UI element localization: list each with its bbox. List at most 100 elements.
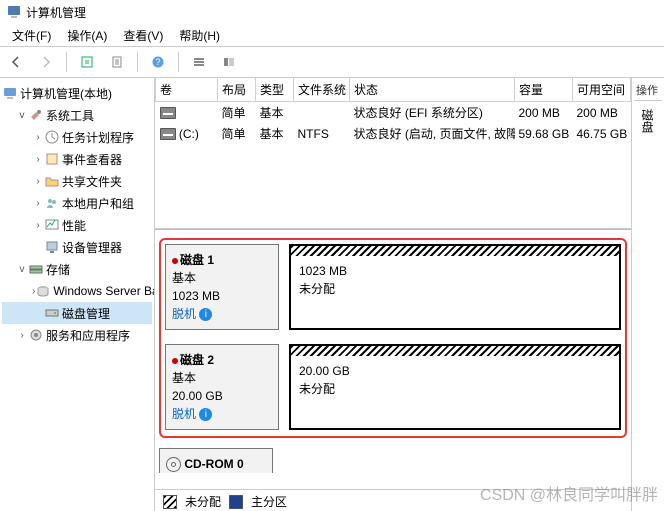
content: 卷 布局 类型 文件系统 状态 容量 可用空间 简单 (155, 78, 664, 511)
tree-root[interactable]: 计算机管理(本地) (2, 82, 152, 104)
cdrom-name: CD-ROM 0 (184, 457, 243, 471)
partition[interactable]: 20.00 GB 未分配 (289, 344, 621, 430)
collapse-icon[interactable]: v (16, 110, 28, 121)
drive-icon (160, 128, 176, 140)
col-status[interactable]: 状态 (350, 78, 515, 102)
tree-services[interactable]: ›服务和应用程序 (2, 324, 152, 346)
actions-pane: 操作 磁盘 (632, 78, 664, 511)
middle-pane: 卷 布局 类型 文件系统 状态 容量 可用空间 简单 (155, 78, 632, 511)
drive-icon (160, 107, 176, 119)
tree-perf[interactable]: ›性能 (2, 214, 152, 236)
tree-storage[interactable]: v存储 (2, 258, 152, 280)
actions-item[interactable]: 磁盘 (634, 103, 658, 139)
arrow-right-icon (39, 55, 53, 69)
disk-row[interactable]: 磁盘 1 基本 1023 MB 脱机 i 1023 MB (165, 244, 621, 330)
disk-row[interactable]: 磁盘 2 基本 20.00 GB 脱机 i 20.00 GB (165, 344, 621, 430)
tree-local-users[interactable]: ›本地用户和组 (2, 192, 152, 214)
partition-size: 1023 MB (299, 262, 611, 280)
col-fs[interactable]: 文件系统 (294, 78, 350, 102)
tree-scheduler[interactable]: ›任务计划程序 (2, 126, 152, 148)
tree-diskmgmt[interactable]: 磁盘管理 (2, 302, 152, 324)
expand-icon[interactable]: › (16, 330, 28, 341)
forward-button[interactable] (34, 50, 58, 74)
cell-fs: NTFS (294, 123, 350, 144)
expand-icon[interactable]: › (32, 198, 44, 209)
tree-event[interactable]: ›事件查看器 (2, 148, 152, 170)
col-layout[interactable]: 布局 (218, 78, 256, 102)
partition-label: 20.00 GB 未分配 (291, 356, 619, 404)
col-volume[interactable]: 卷 (156, 78, 218, 102)
legend-unallocated: 未分配 (185, 493, 221, 510)
disk-header[interactable]: 磁盘 2 基本 20.00 GB 脱机 i (165, 344, 279, 430)
table-row[interactable]: (C:) 简单 基本 NTFS 状态良好 (启动, 页面文件, 故障转储, 主分… (156, 123, 631, 144)
disk-row-cdrom[interactable]: CD-ROM 0 (159, 448, 627, 473)
titlebar: 计算机管理 (0, 0, 664, 24)
offline-dot-icon (172, 258, 178, 264)
services-icon (28, 327, 44, 343)
detail-icon (222, 55, 236, 69)
properties-button[interactable] (105, 50, 129, 74)
expand-icon[interactable]: › (32, 154, 44, 165)
cell-fs (294, 102, 350, 124)
cell-cap: 59.68 GB (515, 123, 573, 144)
computer-management-window: { "title": "计算机管理", "menu": {"file":"文件(… (0, 0, 664, 511)
col-type[interactable]: 类型 (256, 78, 294, 102)
info-icon[interactable]: i (199, 408, 212, 421)
partition-state: 未分配 (299, 380, 611, 398)
table-row[interactable]: 简单 基本 状态良好 (EFI 系统分区) 200 MB 200 MB (156, 102, 631, 124)
page-icon (110, 55, 124, 69)
perf-icon (44, 217, 60, 233)
unallocated-pattern (291, 346, 619, 356)
cdrom-icon (166, 457, 181, 472)
cell-type: 基本 (256, 102, 294, 124)
expand-icon[interactable]: › (32, 220, 44, 231)
view-list-button[interactable] (187, 50, 211, 74)
disk-type: 基本 (172, 369, 272, 387)
expand-icon[interactable]: › (32, 176, 44, 187)
svg-text:?: ? (155, 57, 160, 67)
col-cap[interactable]: 容量 (515, 78, 573, 102)
menu-file[interactable]: 文件(F) (4, 25, 59, 46)
computer-icon (2, 85, 18, 101)
nav-tree[interactable]: 计算机管理(本地) v系统工具 ›任务计划程序 ›事件查看器 ›共享文件夹 ›本… (0, 78, 155, 511)
collapse-icon[interactable]: v (16, 264, 28, 275)
users-icon (44, 195, 60, 211)
cell-status: 状态良好 (EFI 系统分区) (350, 102, 515, 124)
disk-name: 磁盘 1 (180, 253, 214, 267)
menu-action[interactable]: 操作(A) (59, 25, 115, 46)
up-button[interactable] (75, 50, 99, 74)
volume-list[interactable]: 卷 布局 类型 文件系统 状态 容量 可用空间 简单 (155, 78, 631, 229)
disk-icon (44, 305, 60, 321)
tree-shared[interactable]: ›共享文件夹 (2, 170, 152, 192)
disk-header[interactable]: 磁盘 1 基本 1023 MB 脱机 i (165, 244, 279, 330)
partition-size: 20.00 GB (299, 362, 611, 380)
menu-view[interactable]: 查看(V) (115, 25, 171, 46)
disk-header-cdrom[interactable]: CD-ROM 0 (159, 448, 273, 473)
view-detail-button[interactable] (217, 50, 241, 74)
tree-system-tools[interactable]: v系统工具 (2, 104, 152, 126)
clock-icon (44, 129, 60, 145)
partition[interactable]: 1023 MB 未分配 (289, 244, 621, 330)
disk-size: 1023 MB (172, 287, 272, 305)
disks-area[interactable]: 磁盘 1 基本 1023 MB 脱机 i 1023 MB (155, 229, 631, 489)
actions-header: 操作 (634, 80, 662, 101)
cell-free: 46.75 GB (573, 123, 631, 144)
computer-management-icon (6, 4, 22, 20)
toolbar: ? (0, 47, 664, 78)
wrench-icon (28, 107, 44, 123)
table-header-row: 卷 布局 类型 文件系统 状态 容量 可用空间 (156, 78, 631, 102)
legend-swatch-unallocated (163, 495, 177, 509)
legend-primary: 主分区 (251, 493, 287, 510)
tree-wsb[interactable]: ›Windows Server Back (2, 280, 152, 302)
tree-devmgr[interactable]: 设备管理器 (2, 236, 152, 258)
arrow-left-icon (9, 55, 23, 69)
disk-name: 磁盘 2 (180, 353, 214, 367)
back-button[interactable] (4, 50, 28, 74)
help-button[interactable]: ? (146, 50, 170, 74)
unallocated-pattern (291, 246, 619, 256)
menu-help[interactable]: 帮助(H) (171, 25, 228, 46)
info-icon[interactable]: i (199, 308, 212, 321)
col-free[interactable]: 可用空间 (573, 78, 631, 102)
offline-dot-icon (172, 358, 178, 364)
expand-icon[interactable]: › (32, 132, 44, 143)
